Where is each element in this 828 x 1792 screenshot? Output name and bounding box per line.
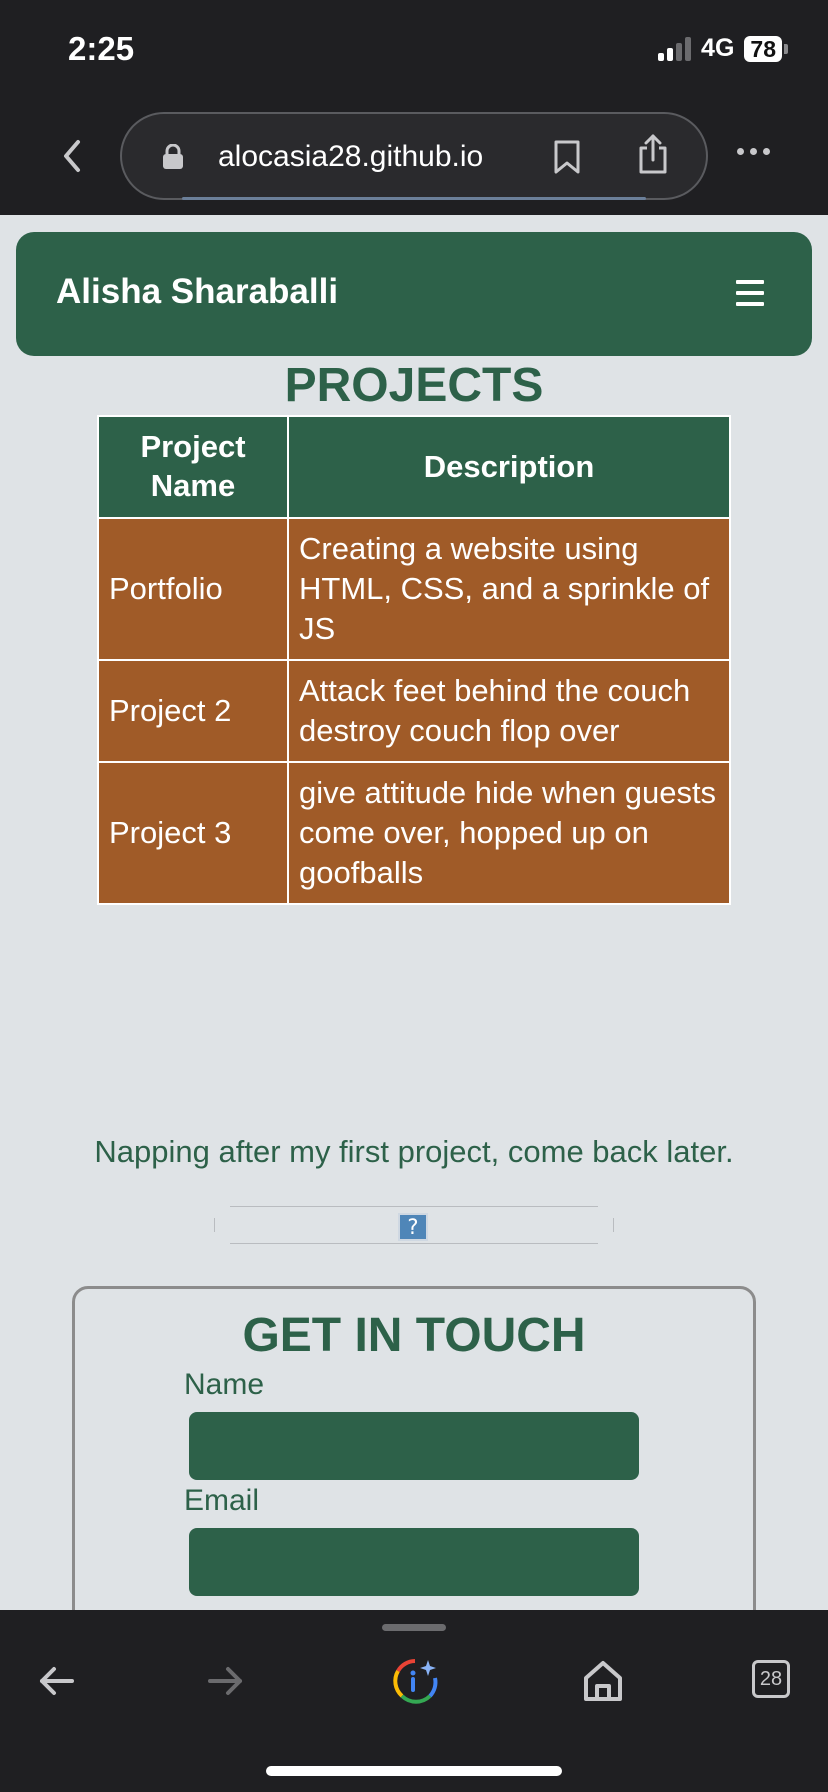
battery-level: 78 (744, 35, 782, 62)
contact-heading: GET IN TOUCH (242, 1309, 586, 1362)
url-text[interactable]: alocasia28.github.io (218, 140, 483, 174)
home-indicator[interactable] (266, 1766, 562, 1776)
toolbar-grabber[interactable] (382, 1624, 446, 1631)
name-label: Name (184, 1368, 265, 1401)
browser-bottom-toolbar: 28 (0, 1610, 828, 1792)
project-description-cell: give attitude hide when guests come over… (287, 761, 731, 905)
email-label: Email (184, 1484, 260, 1517)
projects-heading: PROJECTS (284, 359, 544, 412)
back-chevron-icon[interactable] (58, 136, 88, 176)
projects-table: Project Name Description Portfolio Creat… (97, 415, 731, 905)
lock-icon (163, 144, 183, 169)
project-name-cell: Project 2 (97, 659, 289, 763)
project-name-cell: Portfolio (97, 517, 289, 661)
table-row: Portfolio Creating a website using HTML,… (97, 517, 731, 661)
network-type: 4G (701, 34, 735, 62)
column-header-project-name: Project Name (97, 415, 289, 519)
status-time: 2:25 (68, 30, 135, 67)
status-indicators: 4G 78 (658, 34, 788, 63)
site-header: Alisha Sharaballi (16, 232, 812, 356)
broken-embed: ? (214, 1206, 614, 1244)
forward-arrow-icon[interactable] (200, 1656, 250, 1706)
address-bar[interactable]: alocasia28.github.io (120, 112, 708, 200)
hamburger-icon[interactable] (736, 280, 764, 306)
site-name[interactable]: Alisha Sharaballi (56, 272, 338, 312)
column-header-description: Description (287, 415, 731, 519)
battery-icon: 78 (744, 35, 788, 62)
project-description-cell: Attack feet behind the couch destroy cou… (287, 659, 731, 763)
tabs-count-icon[interactable]: 28 (752, 1660, 790, 1698)
share-icon[interactable] (636, 132, 670, 176)
back-arrow-icon[interactable] (32, 1656, 82, 1706)
google-lens-icon[interactable] (390, 1656, 440, 1706)
nap-message: Napping after my first project, come bac… (94, 1134, 734, 1169)
email-input[interactable] (189, 1528, 639, 1596)
name-input[interactable] (189, 1412, 639, 1480)
more-options-icon[interactable] (737, 148, 770, 155)
broken-image-icon: ? (398, 1213, 428, 1241)
browser-top-chrome: 2:25 4G 78 alocasia28.github.io (0, 0, 828, 215)
bookmark-icon[interactable] (552, 139, 582, 175)
home-icon[interactable] (578, 1656, 628, 1706)
project-name-cell: Project 3 (97, 761, 289, 905)
table-row: Project 2 Attack feet behind the couch d… (97, 659, 731, 763)
project-description-cell: Creating a website using HTML, CSS, and … (287, 517, 731, 661)
cell-signal-icon (658, 36, 692, 61)
table-row: Project 3 give attitude hide when guests… (97, 761, 731, 905)
